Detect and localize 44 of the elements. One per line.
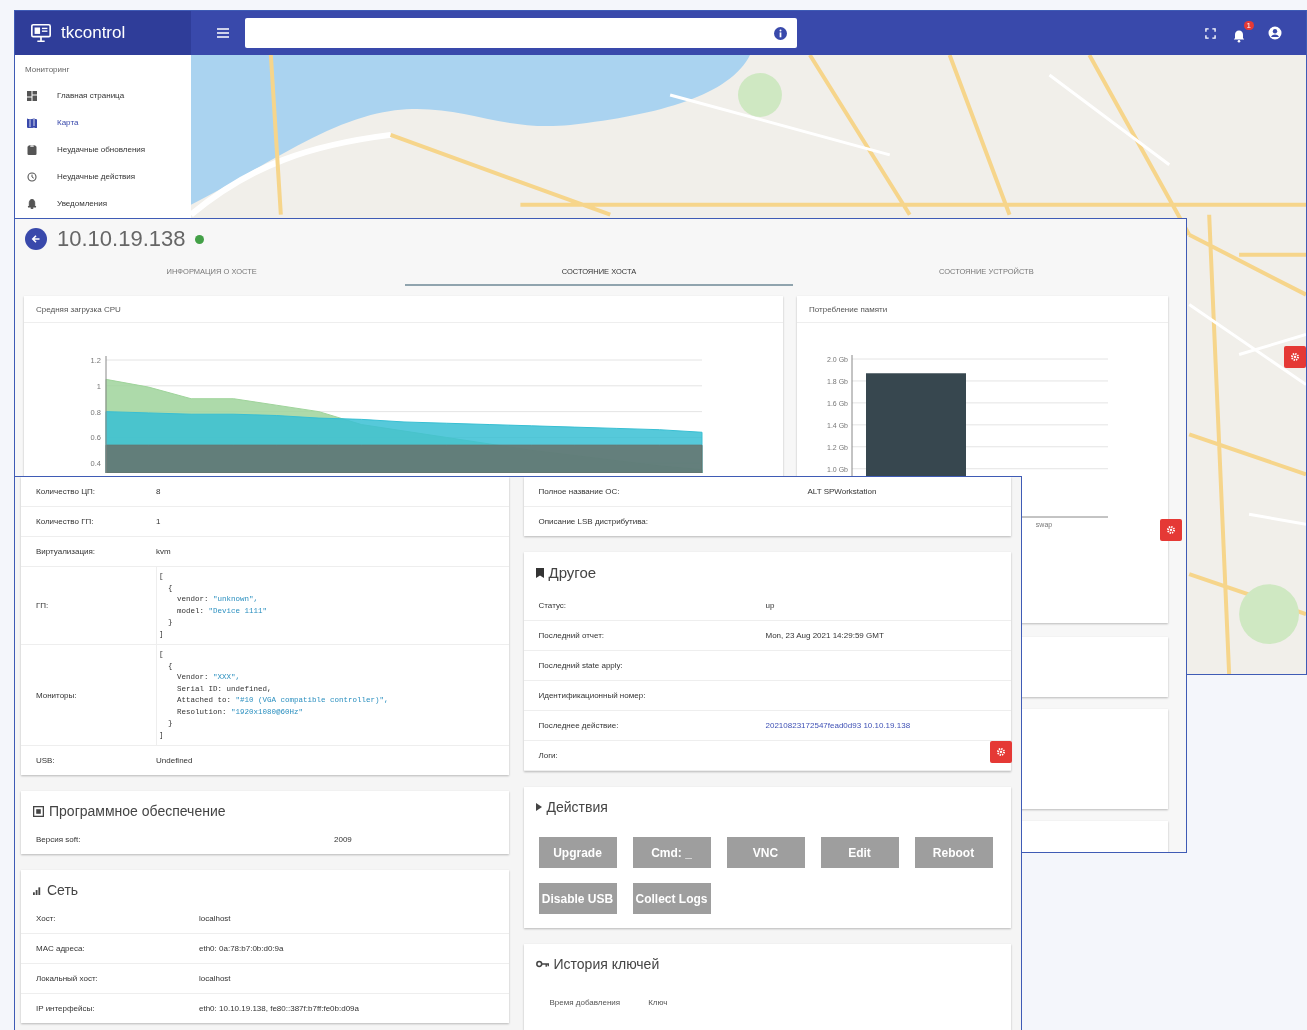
field-label: Статус: [538, 601, 567, 610]
field-label: Количество ЦП: [36, 487, 97, 496]
field-value: localhost [199, 914, 231, 923]
field-label: Количество ГП: [36, 517, 95, 526]
field-label: Полное название ОС: [538, 487, 621, 496]
sidebar-heading: Мониторинг [24, 65, 71, 76]
section-title: Сеть [47, 882, 79, 898]
section-title: Другое [548, 564, 597, 581]
field-value: 8 [156, 487, 161, 496]
field-value: 1 [156, 517, 161, 526]
field-value: up [765, 601, 775, 610]
field-value: kvm [156, 547, 171, 556]
field-label: Последний отчет: [538, 631, 606, 640]
field-label: MAC адреса: [36, 944, 86, 953]
host-address: 10.10.19.138 [57, 226, 186, 252]
section-title: Действия [546, 799, 608, 815]
field-value: 2009 [334, 835, 352, 844]
field-label: Мониторы: [36, 690, 78, 700]
field-label: Последний state apply: [538, 661, 624, 670]
app-name: tkcontrol [61, 23, 126, 43]
field-label: IP интерфейсы: [36, 1004, 96, 1013]
card-title: Потребление памяти [797, 296, 1168, 323]
field-value: eth0: 10.10.19.138, fe80::387f:b7ff:fe0b:d09a [199, 1004, 359, 1013]
card-title: Средняя загрузка CPU [24, 296, 783, 323]
field-label: USB: [36, 756, 56, 765]
field-label: Локальный хост: [36, 974, 99, 983]
field-value: ALT SPWorkstation [807, 487, 877, 496]
field-value: Mon, 23 Aug 2021 14:29:59 GMT [765, 631, 884, 640]
field-value: eth0: 0a:78:b7:0b:d0:9a [199, 944, 284, 953]
field-label: Хост: [36, 914, 57, 923]
field-label: Виртуализация: [36, 547, 97, 556]
field-value: Undefined [156, 756, 193, 765]
field-label: Описание LSB дистрибутива: [538, 517, 649, 526]
section-title: Программное обеспечение [49, 803, 226, 819]
field-label: Идентификационный номер: [538, 691, 647, 700]
field-label: ГП: [36, 601, 50, 610]
section-title: История ключей [553, 956, 660, 972]
field-label: Версия soft: [36, 835, 82, 844]
column-header: Время добавления [549, 998, 621, 1007]
notification-badge: 1 [1243, 21, 1254, 30]
column-header: Ключ [648, 998, 668, 1007]
field-value: localhost [199, 974, 231, 983]
field-label: Последнее действие: [538, 721, 620, 730]
field-label: Логи: [538, 751, 559, 760]
